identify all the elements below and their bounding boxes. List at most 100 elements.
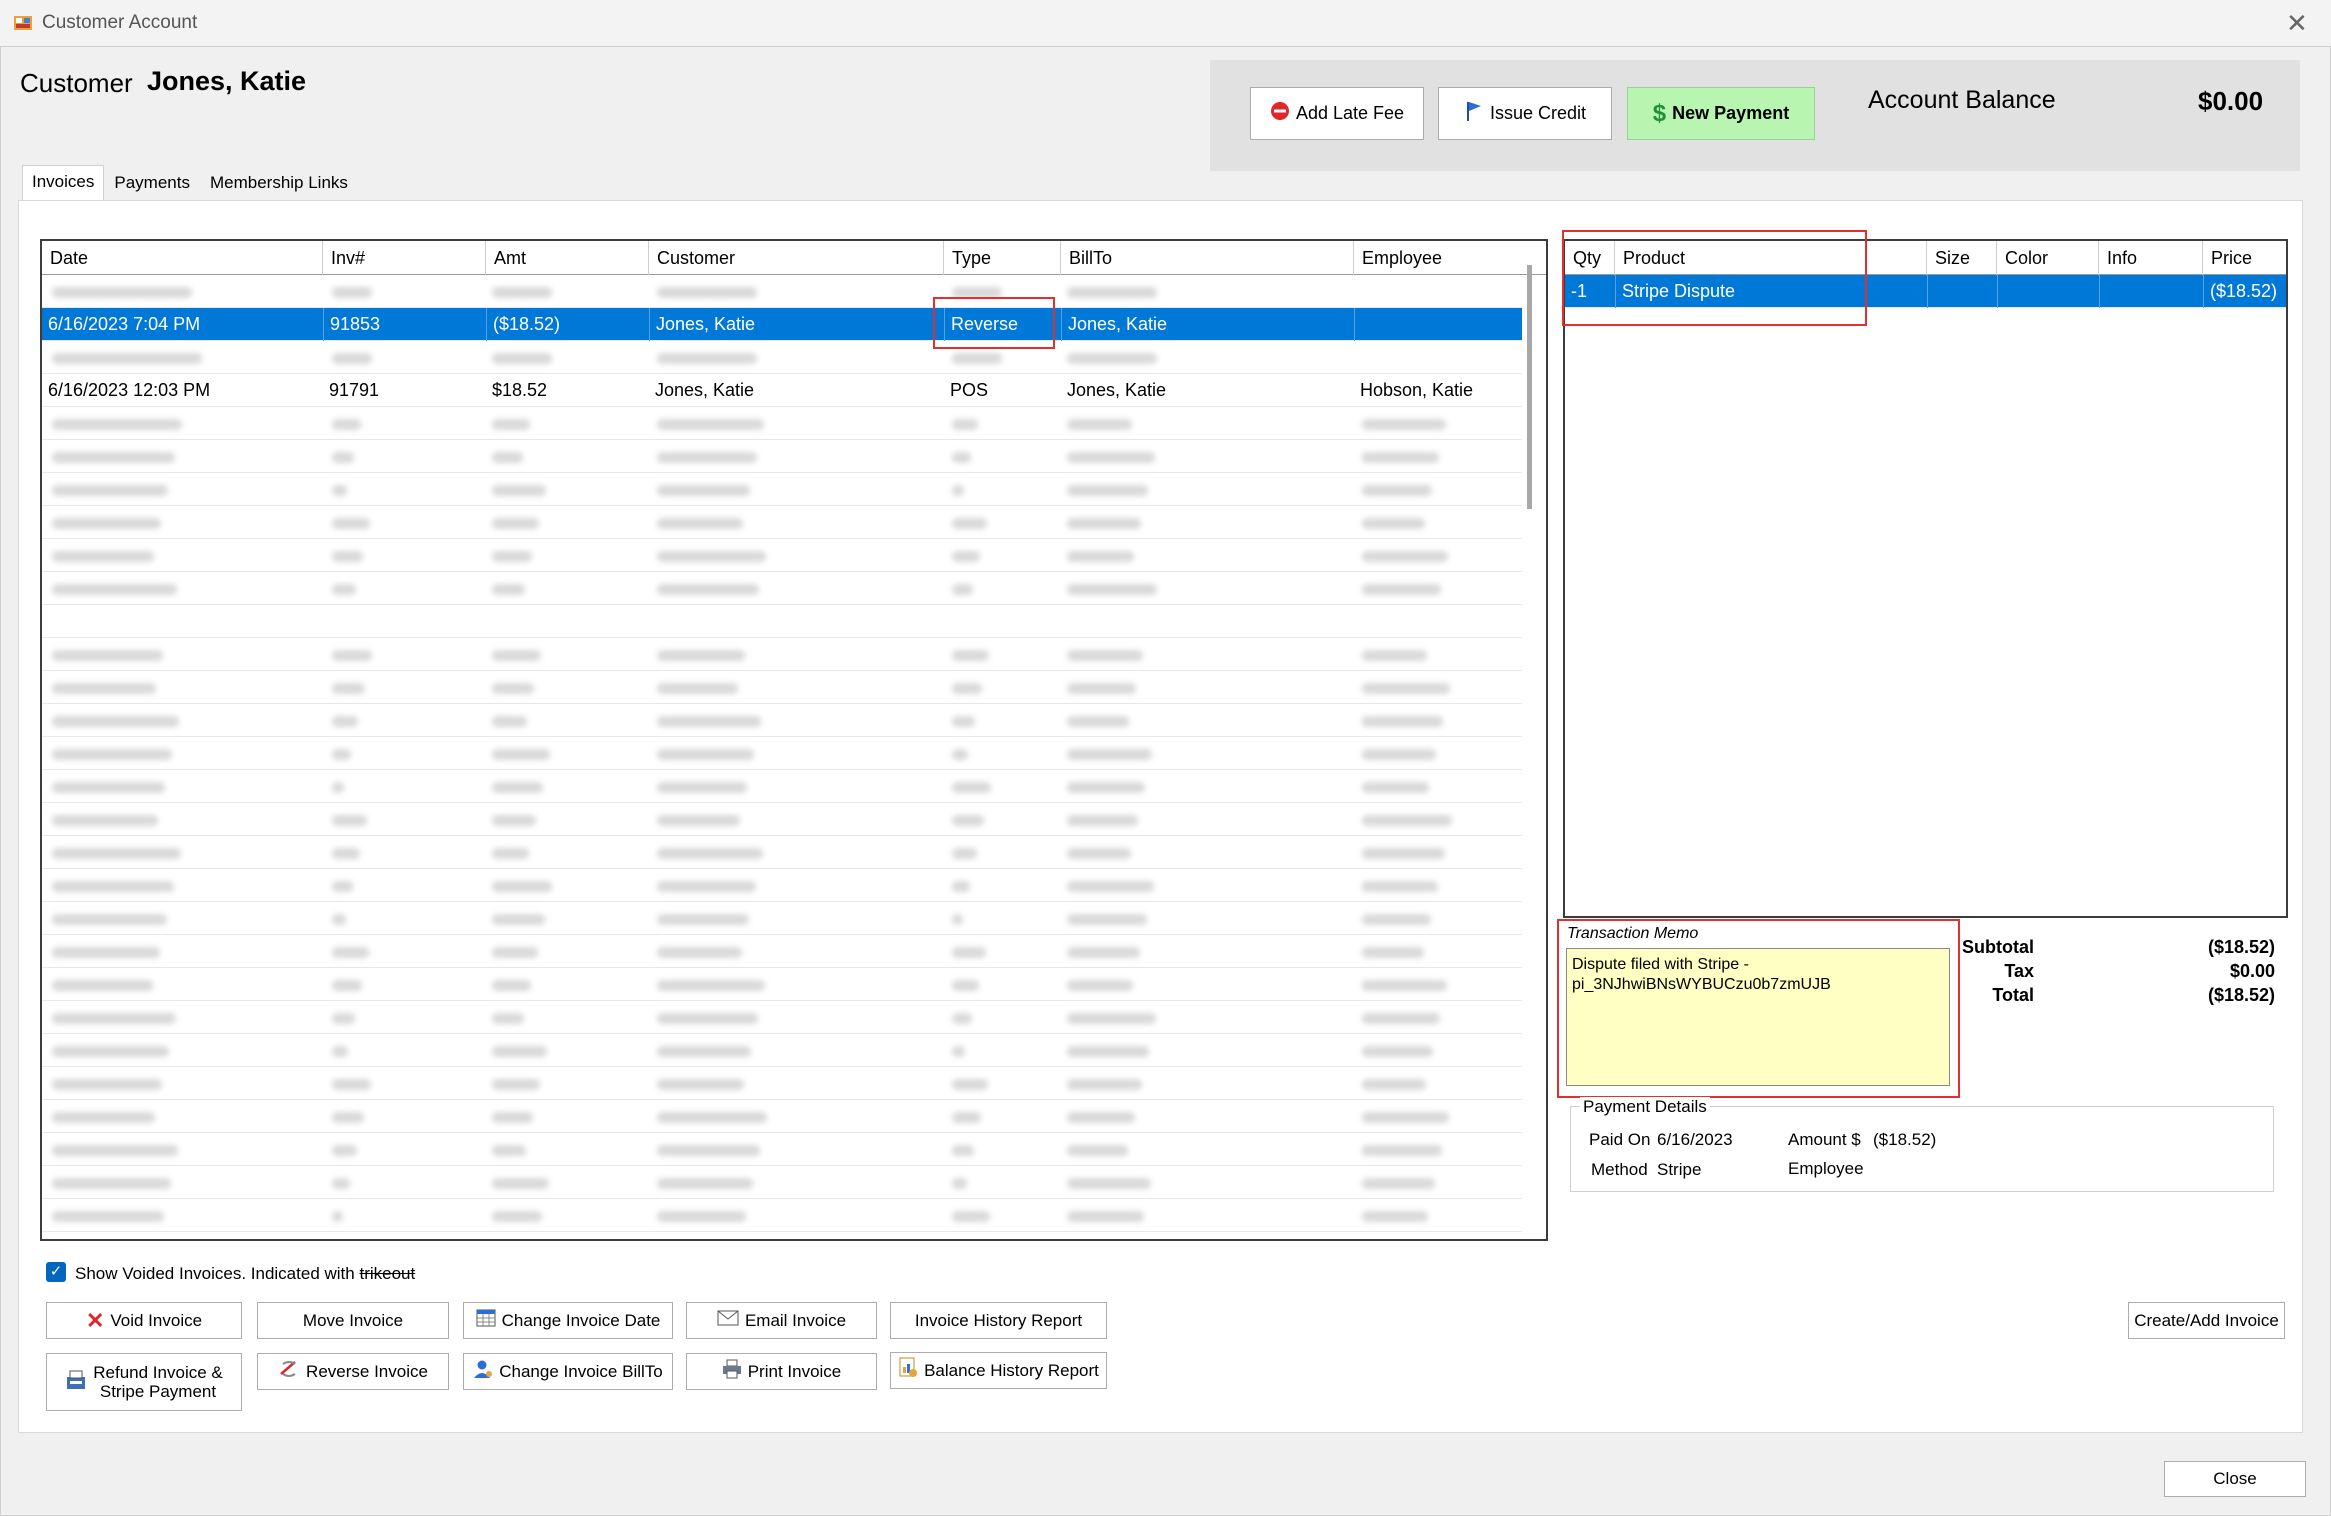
table-row[interactable] — [42, 902, 1522, 935]
column-header-date[interactable]: Date — [42, 241, 323, 275]
column-header-inv[interactable]: Inv# — [323, 241, 486, 275]
window-close-icon[interactable]: ✕ — [2286, 8, 2308, 38]
table-row[interactable] — [42, 1067, 1522, 1100]
table-row[interactable] — [42, 506, 1522, 539]
calendar-icon — [476, 1308, 496, 1333]
issue-credit-label: Issue Credit — [1489, 103, 1587, 123]
table-row[interactable] — [42, 803, 1522, 836]
void-invoice-button[interactable]: ✕ Void Invoice — [46, 1302, 242, 1339]
envelope-icon — [717, 1310, 739, 1331]
tab-payments[interactable]: Payments — [104, 166, 200, 200]
column-header-type[interactable]: Type — [944, 241, 1061, 275]
email-invoice-button[interactable]: Email Invoice — [686, 1302, 877, 1339]
refund-line-2: Stripe Payment — [99, 1382, 217, 1401]
column-header-customer[interactable]: Customer — [649, 241, 944, 275]
table-row[interactable] — [42, 836, 1522, 869]
issue-credit-button[interactable]: Issue Credit — [1438, 87, 1612, 140]
tax-label: Tax — [2004, 961, 2034, 981]
person-icon — [473, 1359, 493, 1384]
balance-history-report-button[interactable]: Balance History Report — [890, 1352, 1107, 1389]
table-row[interactable] — [42, 572, 1522, 605]
table-row[interactable] — [42, 638, 1522, 671]
invoice-grid-scrollbar[interactable] — [1527, 265, 1532, 509]
cell-employee — [1354, 308, 1522, 341]
table-row[interactable] — [42, 1199, 1522, 1232]
table-row[interactable] — [42, 1166, 1522, 1199]
account-balance-value: $0.00 — [2198, 86, 2264, 116]
table-row[interactable] — [42, 539, 1522, 572]
print-invoice-button[interactable]: Print Invoice — [686, 1353, 877, 1390]
close-button[interactable]: Close — [2164, 1461, 2306, 1497]
reverse-invoice-label: Reverse Invoice — [306, 1361, 428, 1381]
email-invoice-label: Email Invoice — [744, 1310, 847, 1330]
cell-info — [2099, 275, 2203, 308]
table-row[interactable] — [42, 671, 1522, 704]
table-row[interactable] — [42, 341, 1522, 374]
account-balance-label: Account Balance — [1868, 86, 2056, 114]
table-row[interactable] — [42, 1001, 1522, 1034]
tab-membership-links[interactable]: Membership Links — [200, 166, 358, 200]
table-row[interactable]: 6/16/2023 7:04 PM 91853 ($18.52) Jones, … — [42, 308, 1522, 341]
method-value: Stripe — [1657, 1160, 1702, 1179]
subtotal-label: Subtotal — [1962, 937, 2034, 957]
invoice-grid-header: Date Inv# Amt Customer Type BillTo Emplo… — [42, 241, 1546, 275]
column-header-amt[interactable]: Amt — [486, 241, 649, 275]
new-payment-label: New Payment — [1672, 103, 1790, 123]
payment-details-legend: Payment Details — [1580, 1097, 1710, 1117]
column-header-color[interactable]: Color — [1997, 241, 2099, 275]
total-label: Total — [1992, 985, 2034, 1005]
invoice-history-report-button[interactable]: Invoice History Report — [890, 1302, 1107, 1339]
create-add-invoice-button[interactable]: Create/Add Invoice — [2128, 1302, 2285, 1339]
new-payment-button[interactable]: $ New Payment — [1627, 87, 1815, 140]
reverse-icon — [278, 1359, 300, 1384]
table-row[interactable] — [42, 869, 1522, 902]
reverse-invoice-button[interactable]: Reverse Invoice — [257, 1353, 449, 1390]
move-invoice-button[interactable]: Move Invoice — [257, 1302, 449, 1339]
column-header-size[interactable]: Size — [1927, 241, 1997, 275]
table-row[interactable] — [42, 1133, 1522, 1166]
table-row[interactable] — [42, 1034, 1522, 1067]
table-row[interactable] — [42, 1100, 1522, 1133]
cell-type: POS — [950, 380, 989, 400]
invoice-grid[interactable]: Date Inv# Amt Customer Type BillTo Emplo… — [40, 239, 1548, 1241]
tab-invoices[interactable]: Invoices — [22, 165, 105, 200]
refund-invoice-label: Refund Invoice & Stripe Payment — [93, 1363, 222, 1401]
table-row[interactable] — [42, 407, 1522, 440]
column-header-info[interactable]: Info — [2099, 241, 2203, 275]
void-invoice-label: Void Invoice — [110, 1310, 203, 1330]
change-invoice-date-button[interactable]: Change Invoice Date — [463, 1302, 673, 1339]
change-invoice-billto-button[interactable]: Change Invoice BillTo — [463, 1353, 673, 1390]
table-row[interactable] — [42, 704, 1522, 737]
table-row[interactable] — [42, 737, 1522, 770]
no-entry-icon — [1270, 101, 1290, 126]
cell-customer: Jones, Katie — [649, 308, 944, 341]
table-row[interactable] — [42, 440, 1522, 473]
cell-amt: $18.52 — [492, 380, 548, 400]
table-row[interactable]: 6/16/2023 12:03 PM 91791 $18.52 Jones, K… — [42, 374, 1522, 407]
employee-label: Employee — [1788, 1159, 1864, 1178]
table-row[interactable] — [42, 968, 1522, 1001]
refund-invoice-button[interactable]: Refund Invoice & Stripe Payment — [46, 1353, 242, 1411]
column-header-employee[interactable]: Employee — [1354, 241, 1522, 275]
paid-on-label: Paid On — [1589, 1130, 1651, 1149]
column-header-billto[interactable]: BillTo — [1061, 241, 1354, 275]
report-icon — [898, 1357, 918, 1384]
invoice-history-report-label: Invoice History Report — [914, 1310, 1083, 1330]
strikeout-sample: trikeout — [359, 1264, 416, 1283]
table-row[interactable] — [42, 770, 1522, 803]
flag-icon — [1464, 100, 1484, 127]
cell-amt: ($18.52) — [486, 308, 649, 341]
add-late-fee-button[interactable]: Add Late Fee — [1250, 87, 1424, 140]
table-row[interactable] — [42, 935, 1522, 968]
show-voided-checkbox[interactable]: ✓ — [46, 1262, 66, 1282]
column-header-price[interactable]: Price — [2203, 241, 2286, 275]
paid-on-value: 6/16/2023 — [1657, 1130, 1733, 1149]
cell-size — [1927, 275, 1997, 308]
product-grid[interactable]: Qty Product Size Color Info Price -1 Str… — [1563, 239, 2288, 918]
show-voided-text: Show Voided Invoices. Indicated with — [75, 1264, 355, 1283]
table-row[interactable] — [42, 605, 1522, 638]
cell-billto: Jones, Katie — [1067, 380, 1167, 400]
table-row[interactable] — [42, 275, 1522, 308]
cell-date: 6/16/2023 7:04 PM — [48, 314, 201, 334]
table-row[interactable] — [42, 473, 1522, 506]
